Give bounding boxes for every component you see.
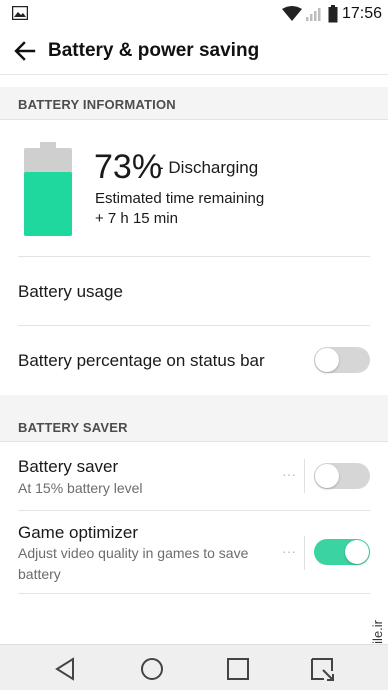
- battery-saver-title: Battery saver: [18, 457, 119, 476]
- toggle-knob: [315, 348, 339, 372]
- game-optimizer-toggle[interactable]: [314, 539, 370, 565]
- divider: [18, 593, 370, 594]
- more-options-icon[interactable]: ···: [282, 466, 296, 482]
- section-header-battery-saver: BATTERY SAVER: [0, 395, 388, 442]
- app-bar: Battery & power saving: [0, 28, 388, 75]
- back-arrow-icon[interactable]: [10, 36, 40, 66]
- game-optimizer-title: Game optimizer: [18, 523, 138, 542]
- signal-icon: [305, 8, 321, 21]
- game-optimizer-subtitle: Adjust video quality in games to save ba…: [18, 545, 249, 582]
- screen: 17:56 Battery & power saving BATTERY INF…: [0, 0, 388, 690]
- battery-percentage-label: Battery percentage on status bar: [18, 351, 265, 370]
- battery-usage-label: Battery usage: [18, 282, 123, 301]
- status-right: 17:56: [281, 4, 382, 24]
- battery-saver-toggle[interactable]: [314, 463, 370, 489]
- vertical-separator: [304, 459, 305, 493]
- vertical-separator: [304, 536, 305, 570]
- battery-saver-subtitle: At 15% battery level: [18, 480, 143, 496]
- capture-icon[interactable]: [308, 655, 336, 683]
- page-title: Battery & power saving: [48, 40, 260, 61]
- back-triangle-icon[interactable]: [52, 655, 80, 683]
- recents-square-icon[interactable]: [224, 655, 252, 683]
- image-icon: [12, 6, 28, 20]
- battery-level-graphic: [24, 142, 72, 236]
- estimate-label: Estimated time remaining: [95, 190, 265, 207]
- section-label: BATTERY INFORMATION: [18, 97, 176, 112]
- wifi-icon: [281, 6, 302, 21]
- battery-percent: 73%: [94, 148, 163, 186]
- battery-usage-row[interactable]: Battery usage: [0, 257, 388, 325]
- battery-fill: [24, 172, 72, 236]
- battery-saver-row[interactable]: Battery saver At 15% battery level ···: [0, 442, 388, 510]
- battery-percentage-toggle[interactable]: [314, 347, 370, 373]
- battery-percentage-row[interactable]: Battery percentage on status bar: [0, 326, 388, 394]
- game-optimizer-row[interactable]: Game optimizer Adjust video quality in g…: [0, 511, 388, 593]
- more-options-icon[interactable]: ···: [282, 543, 296, 559]
- home-circle-icon[interactable]: [138, 655, 166, 683]
- battery-status: - Discharging: [158, 158, 259, 177]
- status-bar: 17:56: [0, 0, 388, 28]
- battery-icon: [328, 5, 338, 23]
- section-label: BATTERY SAVER: [18, 420, 128, 435]
- toggle-knob: [345, 540, 369, 564]
- navigation-bar: [0, 644, 388, 690]
- estimate-value: + 7 h 15 min: [95, 210, 178, 227]
- status-time: 17:56: [341, 5, 382, 22]
- section-header-battery-information: BATTERY INFORMATION: [0, 87, 388, 120]
- toggle-knob: [315, 464, 339, 488]
